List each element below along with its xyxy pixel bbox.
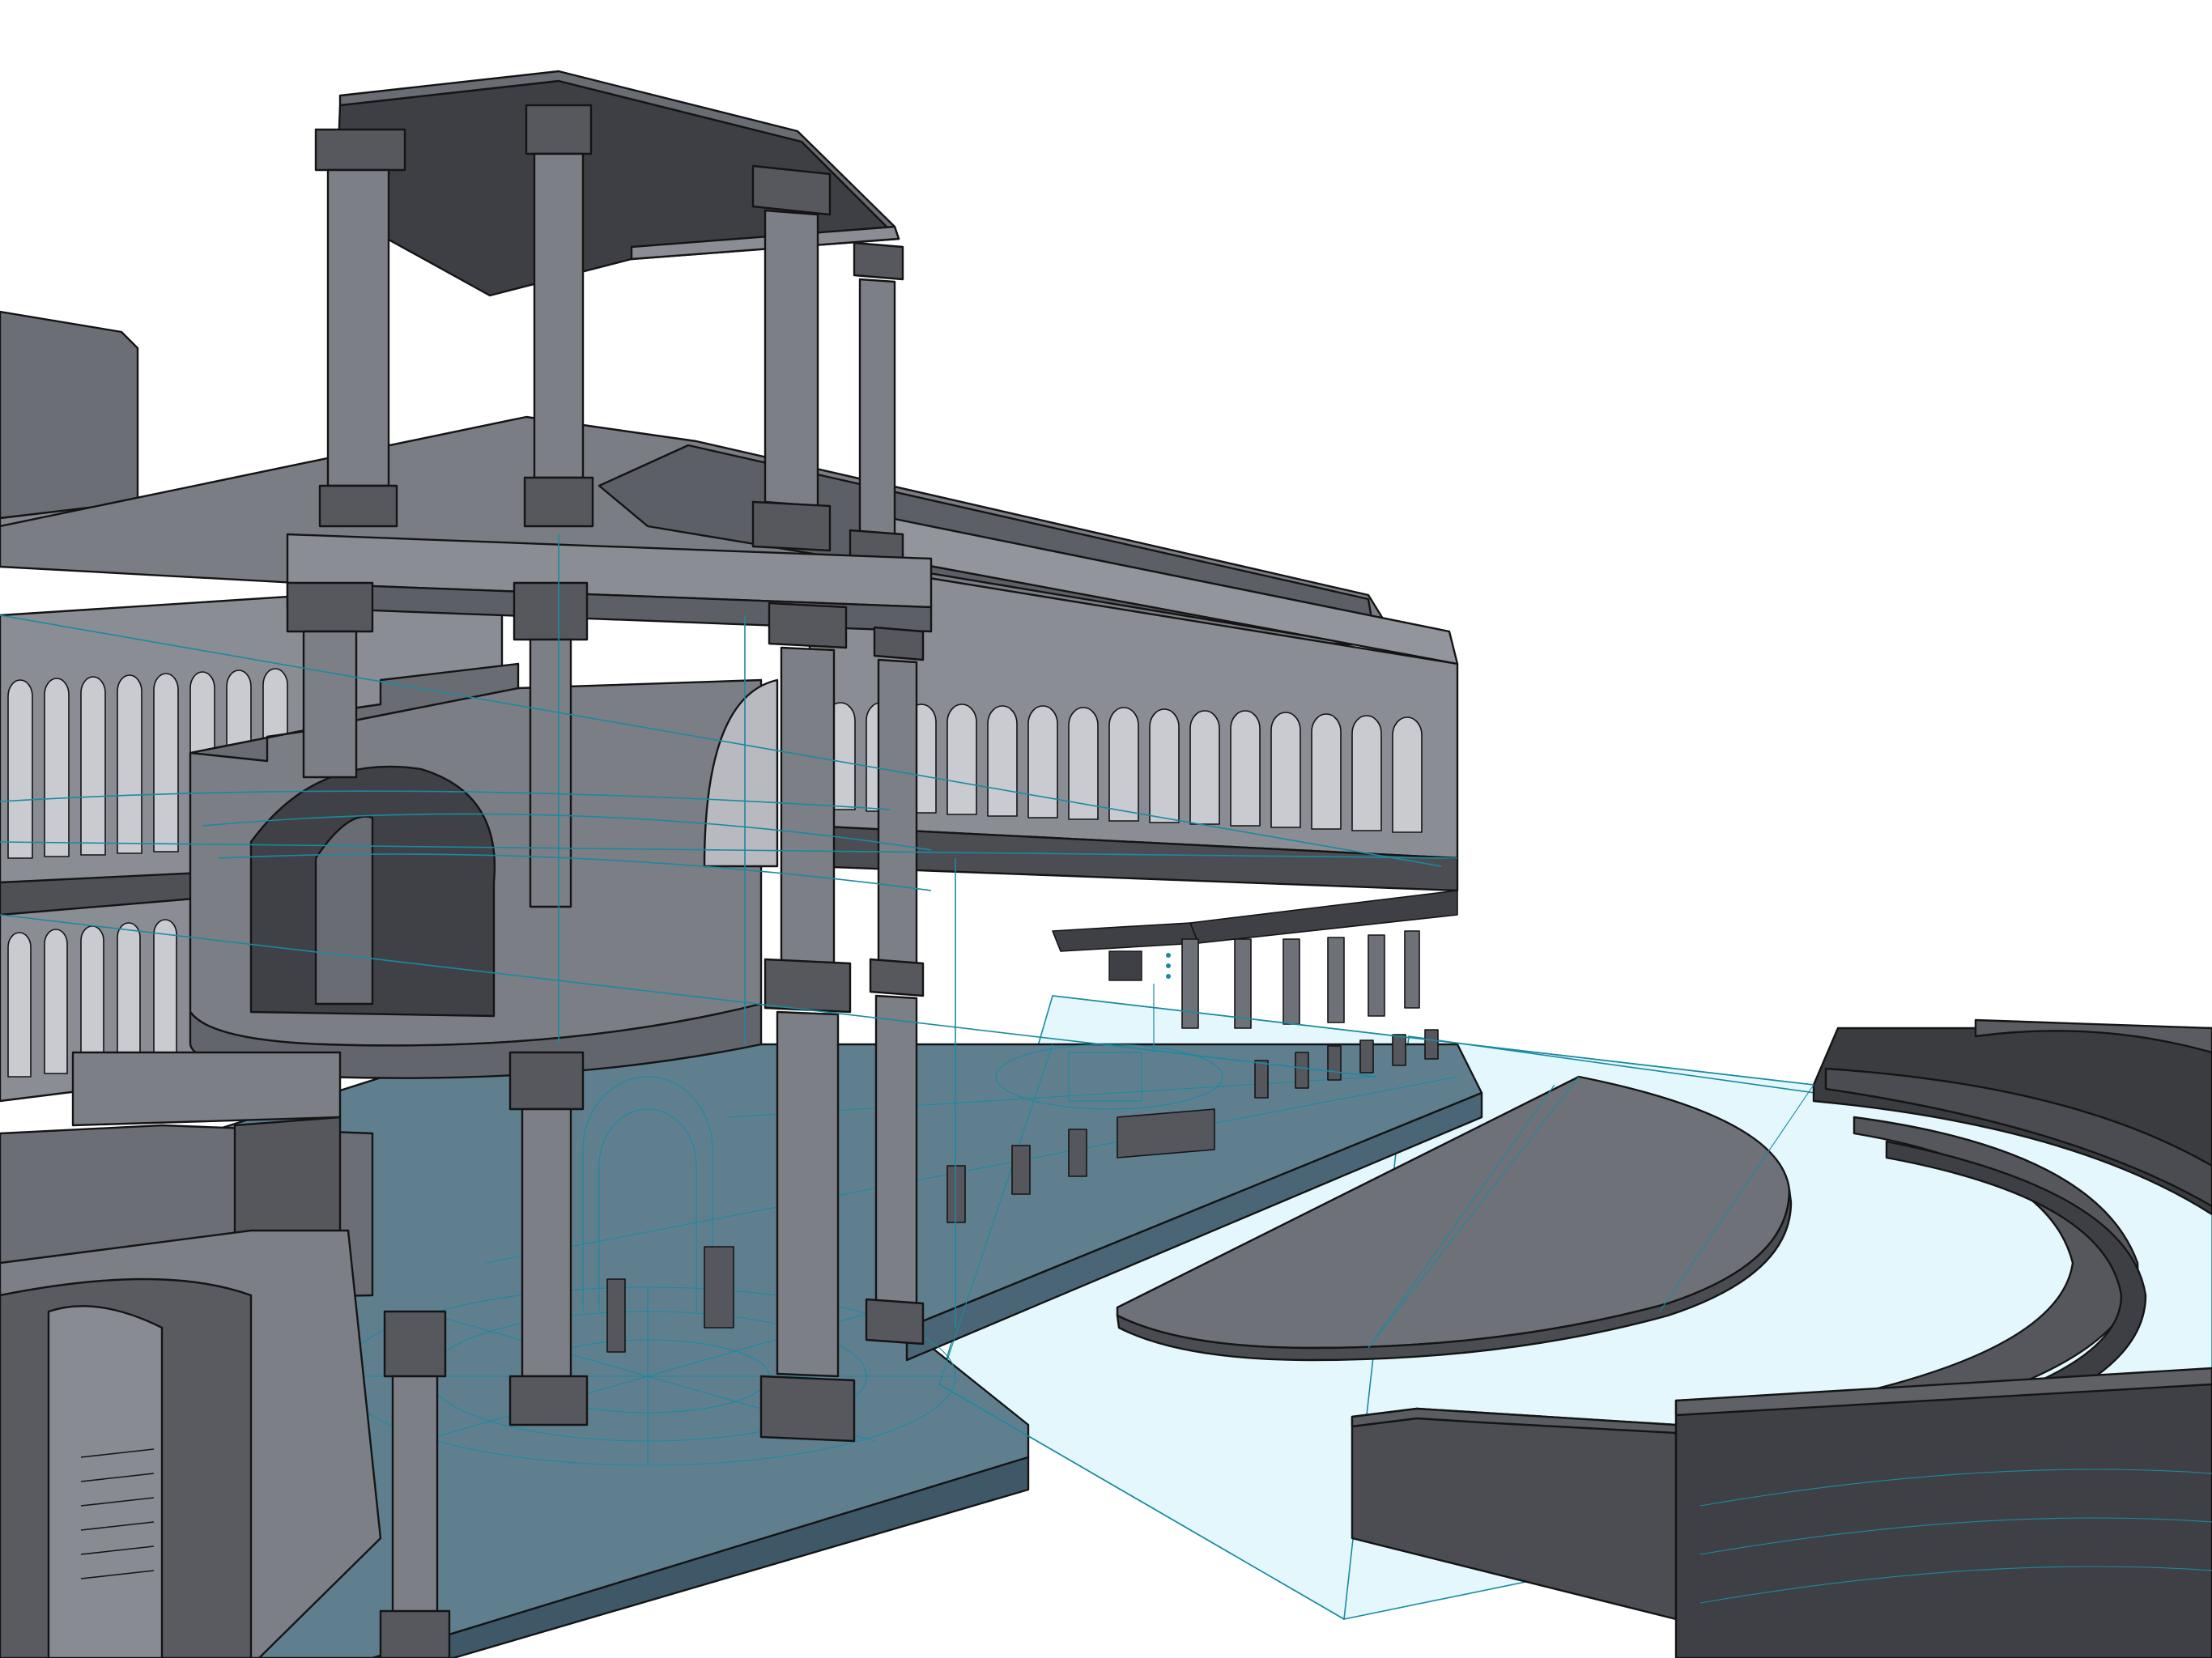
model-viewport[interactable]: [0, 0, 2212, 1658]
model-canvas[interactable]: [0, 0, 2212, 1658]
lower-colonnade[interactable]: [1181, 930, 1420, 1029]
balcony-corbels: [1052, 890, 1458, 952]
